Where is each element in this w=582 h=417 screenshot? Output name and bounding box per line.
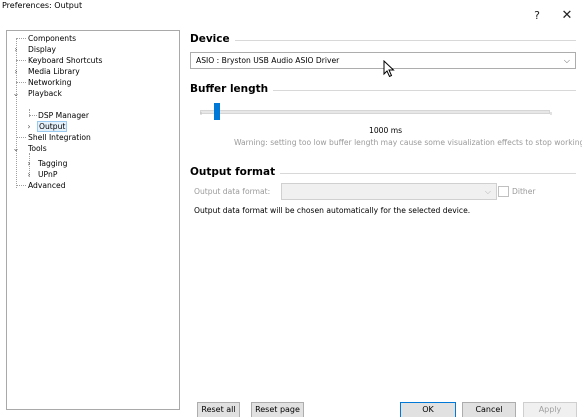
dither-checkbox[interactable] bbox=[498, 186, 509, 197]
chevron-down-icon: ⌵ bbox=[563, 56, 570, 65]
output-data-format-label: Output data format: bbox=[194, 187, 271, 196]
tree-item-advanced[interactable]: Advanced bbox=[27, 180, 67, 191]
mouse-cursor-icon bbox=[383, 60, 395, 78]
tree-item-label: Tools bbox=[28, 144, 47, 153]
tree-item-label: Display bbox=[28, 45, 56, 54]
chevron-down-icon[interactable]: ⌄ bbox=[12, 88, 20, 99]
tree-item-output[interactable]: Output bbox=[37, 121, 68, 132]
preferences-tree[interactable]: Components › Display Keyboard Shortcuts … bbox=[6, 30, 180, 410]
window-title: Preferences: Output bbox=[2, 1, 83, 10]
tree-item-label: Keyboard Shortcuts bbox=[28, 56, 103, 65]
buffer-section-title: Buffer length bbox=[190, 83, 274, 96]
device-section-title: Device bbox=[190, 33, 235, 46]
help-button[interactable]: ? bbox=[530, 8, 544, 24]
output-data-format-dropdown[interactable]: ⌵ bbox=[281, 183, 497, 200]
tree-item-display[interactable]: Display bbox=[27, 44, 57, 55]
tree-item-label: Tagging bbox=[38, 159, 68, 168]
chevron-down-icon: ⌵ bbox=[484, 187, 491, 196]
tree-item-components[interactable]: Components bbox=[27, 33, 77, 44]
slider-ticks bbox=[200, 112, 552, 115]
dither-label: Dither bbox=[512, 187, 536, 196]
chevron-down-icon[interactable]: ⌄ bbox=[12, 143, 20, 154]
tree-item-shell-integration[interactable]: Shell Integration bbox=[27, 132, 92, 143]
device-selected-value: ASIO : Bryston USB Audio ASIO Driver bbox=[196, 56, 340, 65]
tree-item-media-library[interactable]: Media Library bbox=[27, 66, 81, 77]
tree-guide bbox=[16, 60, 26, 61]
tree-item-upnp[interactable]: UPnP bbox=[37, 169, 58, 180]
tree-item-playback[interactable]: Playback bbox=[27, 88, 63, 99]
tree-guide bbox=[16, 82, 26, 83]
ok-button[interactable]: OK bbox=[400, 402, 456, 417]
reset-all-button[interactable]: Reset all bbox=[197, 402, 240, 417]
tree-guide bbox=[16, 38, 26, 39]
close-button[interactable]: ✕ bbox=[560, 8, 574, 24]
tree-item-label: Advanced bbox=[28, 181, 66, 190]
chevron-right-icon[interactable]: › bbox=[25, 169, 33, 180]
buffer-value-label: 1000 ms bbox=[369, 126, 403, 135]
chevron-right-icon[interactable]: › bbox=[12, 44, 20, 55]
tree-guide bbox=[16, 185, 26, 186]
tree-item-keyboard-shortcuts[interactable]: Keyboard Shortcuts bbox=[27, 55, 103, 66]
tree-item-label: Shell Integration bbox=[28, 133, 91, 142]
tree-item-label: Components bbox=[28, 34, 77, 43]
tree-item-label: Playback bbox=[28, 89, 62, 98]
tree-item-label: UPnP bbox=[38, 170, 58, 179]
tree-item-label: Output bbox=[37, 121, 68, 132]
tree-item-tools[interactable]: Tools bbox=[27, 143, 48, 154]
tree-item-label: Networking bbox=[28, 78, 72, 87]
title-bar: Preferences: Output ? ✕ bbox=[0, 0, 582, 30]
chevron-right-icon[interactable]: › bbox=[25, 121, 33, 132]
buffer-warning-text: Warning: setting too low buffer length m… bbox=[234, 138, 582, 147]
reset-page-button[interactable]: Reset page bbox=[251, 402, 304, 417]
tree-item-label: DSP Manager bbox=[38, 111, 89, 120]
apply-button[interactable]: Apply bbox=[523, 402, 577, 417]
tree-item-label: Media Library bbox=[28, 67, 80, 76]
section-divider bbox=[190, 40, 576, 41]
output-format-note: Output data format will be chosen automa… bbox=[194, 206, 471, 215]
tree-item-dsp-manager[interactable]: DSP Manager bbox=[37, 110, 90, 121]
tree-guide bbox=[29, 115, 37, 116]
tree-guide bbox=[16, 137, 26, 138]
chevron-right-icon[interactable]: › bbox=[12, 66, 20, 77]
chevron-right-icon[interactable]: › bbox=[25, 158, 33, 169]
output-format-section-title: Output format bbox=[190, 166, 281, 179]
cancel-button[interactable]: Cancel bbox=[462, 402, 516, 417]
tree-item-networking[interactable]: Networking bbox=[27, 77, 72, 88]
tree-item-tagging[interactable]: Tagging bbox=[37, 158, 68, 169]
